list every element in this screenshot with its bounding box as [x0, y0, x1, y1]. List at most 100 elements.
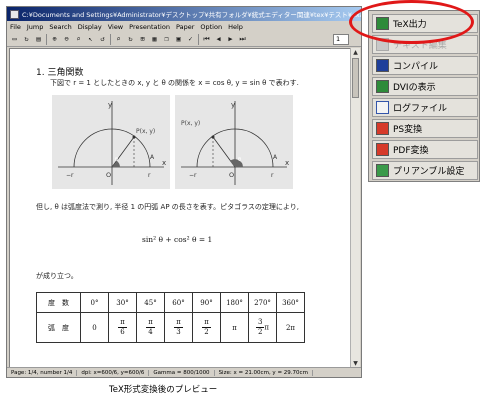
magnify-icon[interactable]: ⌕ [74, 35, 83, 44]
table-row: 度 数 0° 30° 45° 60° 90° 180° 270° 360° [36, 292, 305, 313]
copy-icon[interactable]: ❐ [162, 35, 171, 44]
window-title: C:¥Documents and Settings¥Administrator¥… [22, 11, 361, 19]
row-header-radians: 弧 度 [36, 312, 81, 343]
unit-circle-figure-right: y x P(x, y) A O −r r θ [175, 95, 293, 189]
status-bar: Page: 1/4, number 1/4 dpi: x=600/6, y=60… [7, 367, 361, 377]
table-cell: 2π [276, 312, 305, 343]
x-axis-label: x [285, 159, 289, 167]
fraction: π6 [118, 318, 127, 337]
fraction-denominator: 4 [148, 328, 153, 336]
print-icon[interactable]: ▤ [34, 35, 43, 44]
point-p-label: P(x, y) [181, 120, 200, 127]
radian-value: 2π [285, 323, 296, 332]
menu-item-label: PDF変換 [393, 146, 429, 156]
table-cell: π2 [192, 312, 221, 343]
y-axis-label: y [108, 101, 112, 109]
holds-text: が成り立つ。 [36, 272, 78, 280]
menu-item-preamble-settings[interactable]: プリアンブル設定 [372, 161, 478, 180]
toolbar-separator [110, 33, 111, 45]
radian-suffix: π [264, 323, 270, 332]
table-cell: 360° [276, 292, 305, 313]
select-icon[interactable]: ↖ [86, 35, 95, 44]
row-header-degrees: 度 数 [36, 292, 81, 313]
section-title: 1. 三角関数 [36, 68, 84, 78]
refresh-icon[interactable]: ↻ [126, 35, 135, 44]
table-cell: π [220, 312, 249, 343]
fraction: π2 [202, 318, 211, 337]
menu-presentation[interactable]: Presentation [129, 23, 170, 31]
grid-icon[interactable]: ▦ [150, 35, 159, 44]
prev-page-icon[interactable]: ◀ [214, 35, 223, 44]
next-page-icon[interactable]: ▶ [226, 35, 235, 44]
status-page: Page: 1/4, number 1/4 [7, 369, 78, 376]
toolbar: ▭ ↻ ▤ ⊕ ⊖ ⌕ ↖ ↺ ⌕ ↻ ⊞ ▦ ❐ ▣ ✓ ⏮ ◀ ▶ ⏭ 1 [7, 32, 361, 47]
x-axis-label: x [162, 159, 166, 167]
app-icon [10, 9, 19, 19]
menu-item-label: プリアンブル設定 [393, 167, 465, 177]
status-size: Size: x = 21.00cm, y = 29.70cm [215, 369, 313, 376]
figure-caption: TeX形式変換後のプレビュー [109, 385, 218, 395]
table-cell: π4 [136, 312, 165, 343]
degree-radian-table: 度 数 0° 30° 45° 60° 90° 180° 270° 360° 弧 … [36, 292, 305, 343]
log-file-icon [376, 101, 389, 114]
fraction: π4 [146, 318, 155, 337]
menu-item-compile[interactable]: コンパイル [372, 56, 478, 75]
origin-label: O [106, 171, 111, 179]
bookmark-icon[interactable]: ⊞ [138, 35, 147, 44]
paragraph-text: 但し, θ は弧度法で測り, 半径 1 の円弧 AP の長さを表す。ピタゴラスの… [36, 203, 300, 211]
first-page-icon[interactable]: ⏮ [202, 35, 211, 44]
scroll-thumb[interactable] [352, 58, 359, 98]
status-dpi: dpi: x=600/6, y=600/6 [77, 369, 150, 376]
preamble-settings-icon [376, 164, 389, 177]
table-cell: 0 [80, 312, 109, 343]
fraction-denominator: 2 [204, 328, 209, 336]
menu-item-label: PS変換 [393, 125, 423, 135]
fraction-numerator: π [118, 318, 127, 328]
menu-view[interactable]: View [108, 23, 123, 31]
dvi-view-icon [376, 80, 389, 93]
table-cell: 30° [108, 292, 137, 313]
fraction-denominator: 3 [176, 328, 181, 336]
origin-label: O [229, 171, 234, 179]
menu-item-label: DVIの表示 [393, 83, 436, 93]
menu-item-dvi-view[interactable]: DVIの表示 [372, 77, 478, 96]
table-cell: 180° [220, 292, 249, 313]
page-number-field[interactable]: 1 [333, 33, 349, 45]
search-icon[interactable]: ⌕ [114, 35, 123, 44]
open-icon[interactable]: ▭ [10, 35, 19, 44]
menu-help[interactable]: Help [228, 23, 243, 31]
menu-item-pdf-convert[interactable]: PDF変換 [372, 140, 478, 159]
menu-item-label: ログファイル [393, 104, 448, 114]
table-cell: 0° [80, 292, 109, 313]
table-cell: 32π [248, 312, 277, 343]
vertical-scrollbar[interactable]: ▲ ▼ [350, 48, 360, 368]
zoom-in-icon[interactable]: ⊕ [50, 35, 59, 44]
fraction: π3 [174, 318, 183, 337]
menu-file[interactable]: File [10, 23, 21, 31]
fraction-numerator: π [174, 318, 183, 328]
table-cell: 90° [192, 292, 221, 313]
status-gamma: Gamma = 800/1000 [149, 369, 215, 376]
menu-item-log-file[interactable]: ログファイル [372, 98, 478, 117]
dviout-window: C:¥Documents and Settings¥Administrator¥… [6, 6, 362, 378]
scroll-up-icon[interactable]: ▲ [351, 48, 360, 57]
menu-option[interactable]: Option [200, 23, 222, 31]
reload-icon[interactable]: ↻ [22, 35, 31, 44]
check-icon[interactable]: ✓ [186, 35, 195, 44]
zoom-out-icon[interactable]: ⊖ [62, 35, 71, 44]
last-page-icon[interactable]: ⏭ [238, 35, 247, 44]
theta-label: θ [238, 157, 241, 163]
title-bar: C:¥Documents and Settings¥Administrator¥… [7, 7, 361, 21]
rotate-icon[interactable]: ↺ [98, 35, 107, 44]
highlight-ring [349, 0, 474, 44]
menu-search[interactable]: Search [49, 23, 71, 31]
menu-jump[interactable]: Jump [27, 23, 44, 31]
table-row: 弧 度 0 π6 π4 π3 π2 π 32π 2π [36, 312, 305, 343]
menu-display[interactable]: Display [78, 23, 102, 31]
menu-item-ps-convert[interactable]: PS変換 [372, 119, 478, 138]
settings-icon[interactable]: ▣ [174, 35, 183, 44]
neg-r-label: −r [66, 172, 74, 179]
fraction-denominator: 2 [257, 328, 263, 336]
fraction-numerator: π [146, 318, 155, 328]
menu-paper[interactable]: Paper [176, 23, 194, 31]
